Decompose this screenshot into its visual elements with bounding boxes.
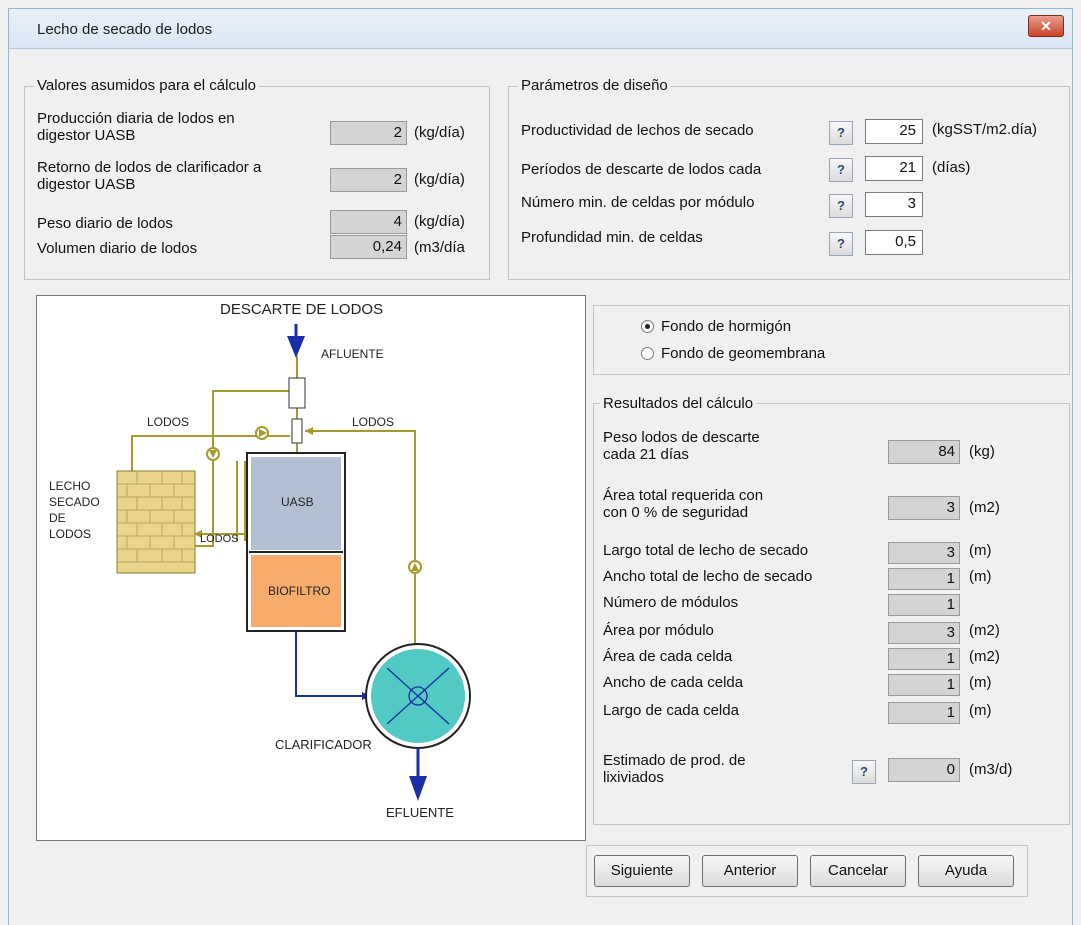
discharge-period-help-button[interactable]: ? <box>829 158 853 182</box>
assumed-label-return-sludge: Retorno de lodos de clarificador a digest… <box>37 159 262 193</box>
daily-production-unit: (kg/día) <box>414 124 465 141</box>
required-area-unit: (m2) <box>969 499 1000 516</box>
process-diagram: DESCARTE DE LODOS AFLUENTE LODOS LODOS L… <box>36 295 586 841</box>
discharge-period-unit: (días) <box>932 159 971 176</box>
uasb-label: UASB <box>281 495 314 509</box>
process-diagram-svg: DESCARTE DE LODOS AFLUENTE LODOS LODOS L… <box>49 301 471 820</box>
lecho-label-4: LODOS <box>49 527 91 541</box>
cancel-button[interactable]: Cancelar <box>810 855 906 887</box>
descarte-label: DESCARTE DE LODOS <box>220 301 383 318</box>
daily-weight-value: 4 <box>330 210 407 234</box>
membrane-bottom-label[interactable]: Fondo de geomembrana <box>661 345 825 362</box>
results-row-value: 3 <box>888 542 960 564</box>
results-row-unit: (m2) <box>969 622 1000 639</box>
lodos-small-label: LODOS <box>200 533 239 545</box>
results-row-unit: (m) <box>969 542 992 559</box>
results-row-value: 3 <box>888 622 960 644</box>
results-row-label: Área por módulo <box>603 622 714 639</box>
min-depth-label: Profundidad min. de celdas <box>521 229 703 246</box>
discharge-period-input[interactable]: 21 <box>865 156 923 181</box>
lodos-right-label: LODOS <box>352 415 394 429</box>
leachate-help-button[interactable]: ? <box>852 760 876 784</box>
productivity-help-button[interactable]: ? <box>829 121 853 145</box>
results-row-label: Largo total de lecho de secado <box>603 542 809 559</box>
window-title: Lecho de secado de lodos <box>37 21 213 38</box>
lodos-left-label: LODOS <box>147 415 189 429</box>
lecho-label-3: DE <box>49 511 66 525</box>
design-parameters-group <box>508 86 1070 280</box>
results-row-unit: (m) <box>969 568 992 585</box>
min-cells-label: Número min. de celdas por módulo <box>521 194 755 211</box>
daily-production-value: 2 <box>330 121 407 145</box>
results-row-unit: (m) <box>969 674 992 691</box>
clarificador-label: CLARIFICADOR <box>275 737 372 752</box>
productivity-unit: (kgSST/m2.día) <box>932 121 1038 138</box>
title-bar: Lecho de secado de lodos ✕ <box>8 8 1073 49</box>
afluente-label: AFLUENTE <box>321 347 384 361</box>
daily-volume-value: 0,24 <box>330 235 407 259</box>
productivity-input[interactable]: 25 <box>865 119 923 144</box>
results-row-label: Área de cada celda <box>603 648 733 665</box>
design-parameters-legend: Parámetros de diseño <box>518 77 671 94</box>
bottom-type-group <box>593 305 1070 375</box>
discharge-weight-label: Peso lodos de descarte cada 21 días <box>603 429 760 463</box>
close-icon: ✕ <box>1040 18 1052 34</box>
results-row-value: 1 <box>888 594 960 616</box>
results-row-value: 1 <box>888 648 960 670</box>
discharge-weight-unit: (kg) <box>969 443 995 460</box>
results-row-value: 1 <box>888 702 960 724</box>
concrete-bottom-label[interactable]: Fondo de hormigón <box>661 318 791 335</box>
return-sludge-value: 2 <box>330 168 407 192</box>
return-sludge-unit: (kg/día) <box>414 171 465 188</box>
assumed-label-daily-production: Producción diaria de lodos en digestor UA… <box>37 110 235 144</box>
results-row-label: Ancho total de lecho de secado <box>603 568 813 585</box>
leachate-label: Estimado de prod. de lixiviados <box>603 752 746 786</box>
previous-button[interactable]: Anterior <box>702 855 798 887</box>
min-depth-input[interactable]: 0,5 <box>865 230 923 255</box>
min-cells-input[interactable]: 3 <box>865 192 923 217</box>
assumed-label-daily-volume: Volumen diario de lodos <box>37 240 198 257</box>
daily-volume-unit: (m3/día <box>414 239 465 256</box>
leachate-value: 0 <box>888 758 960 782</box>
lecho-label-1: LECHO <box>49 479 90 493</box>
productivity-label: Productividad de lechos de secado <box>521 122 754 139</box>
daily-weight-unit: (kg/día) <box>414 213 465 230</box>
discharge-period-label: Períodos de descarte de lodos cada <box>521 161 762 178</box>
min-cells-help-button[interactable]: ? <box>829 194 853 218</box>
help-button[interactable]: Ayuda <box>918 855 1014 887</box>
results-row-value: 1 <box>888 568 960 590</box>
results-row-value: 1 <box>888 674 960 696</box>
results-legend: Resultados del cálculo <box>600 395 757 412</box>
leachate-unit: (m3/d) <box>969 761 1013 778</box>
required-area-label: Área total requerida con con 0 % de segur… <box>603 487 764 521</box>
discharge-weight-value: 84 <box>888 440 960 464</box>
assumed-label-daily-weight: Peso diario de lodos <box>37 215 173 232</box>
min-depth-help-button[interactable]: ? <box>829 232 853 256</box>
results-row-label: Número de módulos <box>603 594 739 611</box>
concrete-bottom-radio[interactable] <box>641 320 654 333</box>
biofiltro-label: BIOFILTRO <box>268 584 330 598</box>
results-row-label: Largo de cada celda <box>603 702 739 719</box>
results-row-label: Ancho de cada celda <box>603 674 744 691</box>
required-area-value: 3 <box>888 496 960 520</box>
lecho-label-2: SECADO <box>49 495 100 509</box>
efluente-label: EFLUENTE <box>386 805 454 820</box>
membrane-bottom-radio[interactable] <box>641 347 654 360</box>
next-button[interactable]: Siguiente <box>594 855 690 887</box>
close-button[interactable]: ✕ <box>1028 15 1064 37</box>
assumed-values-legend: Valores asumidos para el cálculo <box>34 77 260 94</box>
results-row-unit: (m2) <box>969 648 1000 665</box>
results-row-unit: (m) <box>969 702 992 719</box>
